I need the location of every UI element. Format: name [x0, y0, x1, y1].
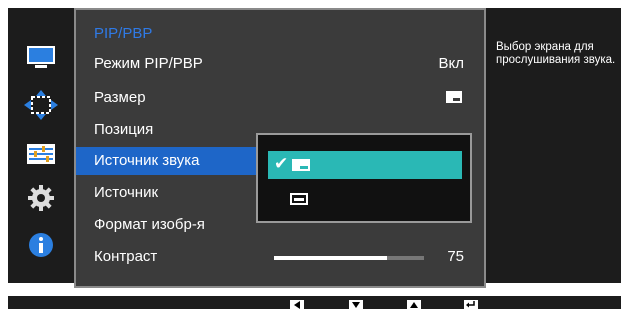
menu-item-label: Контраст — [94, 248, 158, 265]
pip-mode-value: Вкл — [438, 55, 465, 72]
up-arrow-icon[interactable] — [407, 300, 421, 309]
nav-icon-column — [8, 8, 74, 283]
pip-main-sound-icon — [292, 159, 310, 171]
menu-item-contrast[interactable]: Контраст 75 — [76, 243, 484, 271]
menu-item-size[interactable]: Размер — [76, 84, 484, 112]
contrast-slider[interactable] — [274, 256, 424, 260]
menu-item-label: Режим PIP/PBP — [94, 55, 203, 72]
menu-item-label: Позиция — [94, 121, 154, 138]
menu-title: PIP/PBP — [94, 25, 153, 42]
bottom-button-bar — [8, 296, 621, 309]
dropdown-option-main[interactable]: ✔ — [268, 151, 462, 179]
info-icon[interactable] — [22, 230, 60, 260]
menu-item-label: Источник звука — [94, 152, 200, 169]
contrast-slider-fill — [274, 256, 387, 260]
enter-icon[interactable] — [464, 300, 478, 309]
monitor-icon[interactable] — [22, 43, 60, 73]
gear-icon[interactable] — [22, 183, 60, 213]
down-arrow-icon[interactable] — [349, 300, 363, 309]
dropdown-option-sub[interactable] — [268, 185, 462, 213]
menu-item-label: Источник — [94, 184, 159, 201]
check-icon: ✔ — [274, 154, 289, 173]
pip-sub-sound-icon — [290, 193, 308, 205]
help-panel: Выбор экрана для прослушивания звука. — [486, 8, 621, 283]
menu-item-sound-source[interactable]: Источник звука — [76, 147, 258, 175]
left-arrow-icon[interactable] — [290, 300, 304, 309]
sound-source-dropdown: ✔ — [256, 133, 472, 223]
adjust-bars-icon[interactable] — [22, 139, 60, 169]
help-text: Выбор экрана для прослушивания звука. — [496, 41, 616, 66]
pip-size-icon — [446, 91, 462, 103]
move-arrows-icon[interactable] — [22, 90, 60, 120]
menu-item-label: Размер — [94, 89, 146, 106]
menu-item-label: Формат изобр-я — [94, 216, 205, 233]
menu-item-pip-mode[interactable]: Режим PIP/PBP Вкл — [76, 50, 484, 78]
contrast-value: 75 — [447, 248, 464, 265]
